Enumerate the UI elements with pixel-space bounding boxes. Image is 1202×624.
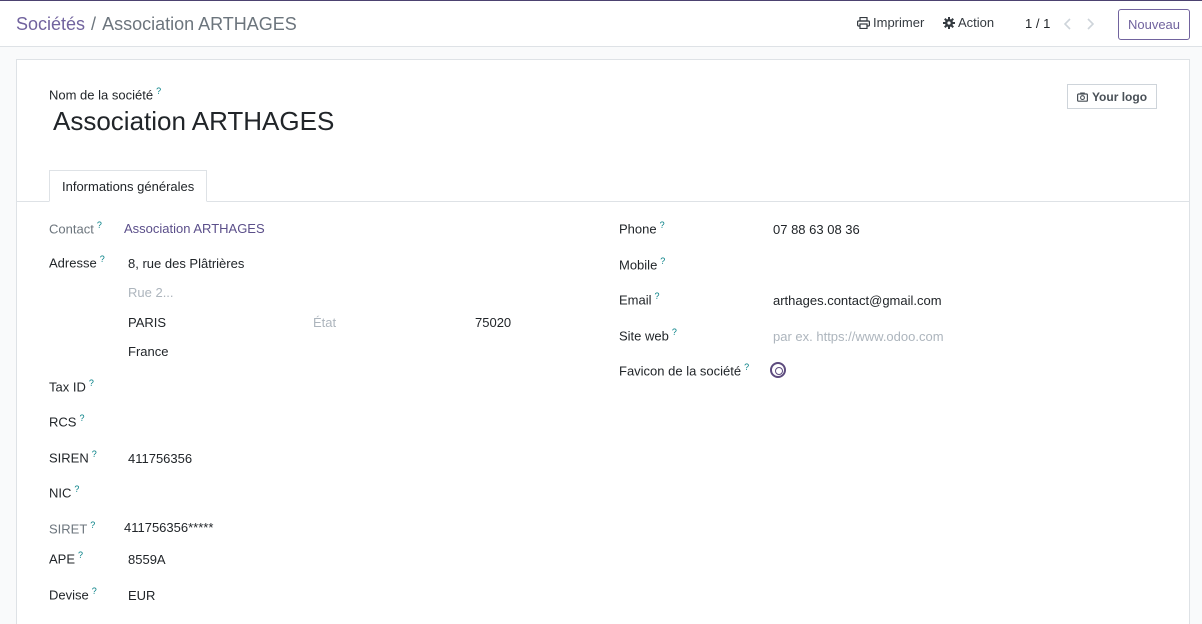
help-icon[interactable]: ?	[97, 220, 102, 230]
chevron-right-icon[interactable]	[1085, 17, 1095, 31]
camera-icon	[1076, 92, 1088, 102]
currency-field[interactable]: EUR	[128, 588, 155, 603]
contact-link[interactable]: Association ARTHAGES	[124, 221, 265, 236]
website-field[interactable]: par ex. https://www.odoo.com	[773, 329, 944, 344]
control-panel: Sociétés / Association ARTHAGES Imprimer A…	[0, 1, 1202, 47]
city-field[interactable]: PARIS	[128, 315, 166, 330]
tax-id-label: Tax ID?	[49, 378, 94, 395]
printer-icon	[857, 16, 870, 29]
siren-label: SIREN?	[49, 449, 97, 466]
website-label: Site web?	[619, 327, 677, 344]
phone-label: Phone?	[619, 220, 665, 237]
street2-field[interactable]: Rue 2...	[128, 285, 174, 300]
rcs-label: RCS?	[49, 413, 85, 430]
help-icon[interactable]: ?	[100, 254, 105, 264]
form-sheet: Nom de la société? Association ARTHAGES …	[16, 59, 1190, 624]
siret-value: 411756356*****	[124, 520, 214, 535]
siren-field[interactable]: 411756356	[128, 451, 192, 466]
mobile-label: Mobile?	[619, 256, 666, 273]
breadcrumb: Sociétés / Association ARTHAGES	[16, 14, 297, 34]
help-icon[interactable]: ?	[92, 586, 97, 596]
state-field[interactable]: État	[313, 315, 336, 330]
ape-label: APE?	[49, 550, 84, 567]
help-icon[interactable]: ?	[92, 449, 97, 459]
new-button[interactable]: Nouveau	[1118, 9, 1190, 40]
email-label: Email?	[619, 291, 660, 308]
help-icon[interactable]: ?	[655, 291, 660, 301]
chevron-left-icon[interactable]	[1063, 17, 1073, 31]
ape-field[interactable]: 8559A	[128, 552, 166, 567]
address-label: Adresse?	[49, 254, 105, 271]
breadcrumb-companies-link[interactable]: Sociétés	[16, 14, 85, 34]
help-icon[interactable]: ?	[156, 86, 161, 96]
siret-label: SIRET?	[49, 520, 96, 537]
help-icon[interactable]: ?	[660, 256, 665, 266]
help-icon[interactable]: ?	[660, 220, 665, 230]
zip-field[interactable]: 75020	[475, 315, 511, 330]
gear-icon	[943, 16, 955, 29]
favicon-label: Favicon de la société?	[619, 362, 750, 379]
pager-value[interactable]: 1 / 1	[1025, 16, 1050, 31]
help-icon[interactable]: ?	[744, 362, 749, 372]
breadcrumb-current: Association ARTHAGES	[102, 14, 297, 34]
help-icon[interactable]: ?	[672, 327, 677, 337]
tab-general-information[interactable]: Informations générales	[49, 170, 208, 202]
currency-label: Devise?	[49, 586, 97, 603]
action-button[interactable]: Action	[943, 15, 994, 30]
help-icon[interactable]: ?	[79, 413, 84, 423]
logo-label: Your logo	[1091, 89, 1148, 104]
company-name-field[interactable]: Association ARTHAGES	[53, 105, 334, 137]
favicon-radio[interactable]	[770, 362, 786, 378]
nic-label: NIC?	[49, 484, 80, 501]
company-name-label: Nom de la société?	[49, 86, 162, 103]
country-field[interactable]: France	[128, 344, 168, 359]
breadcrumb-separator: /	[91, 14, 97, 34]
logo-upload-button[interactable]: Your logo	[1067, 84, 1157, 109]
help-icon[interactable]: ?	[78, 550, 83, 560]
phone-field[interactable]: 07 88 63 08 36	[773, 222, 860, 237]
contact-label: Contact?	[49, 220, 102, 237]
street-field[interactable]: 8, rue des Plâtrières	[128, 256, 244, 271]
action-label: Action	[958, 15, 995, 30]
print-label: Imprimer	[873, 15, 925, 30]
help-icon[interactable]: ?	[89, 378, 94, 388]
print-button[interactable]: Imprimer	[857, 15, 924, 30]
help-icon[interactable]: ?	[90, 520, 95, 530]
email-field[interactable]: arthages.contact@gmail.com	[773, 293, 942, 308]
help-icon[interactable]: ?	[74, 484, 79, 494]
